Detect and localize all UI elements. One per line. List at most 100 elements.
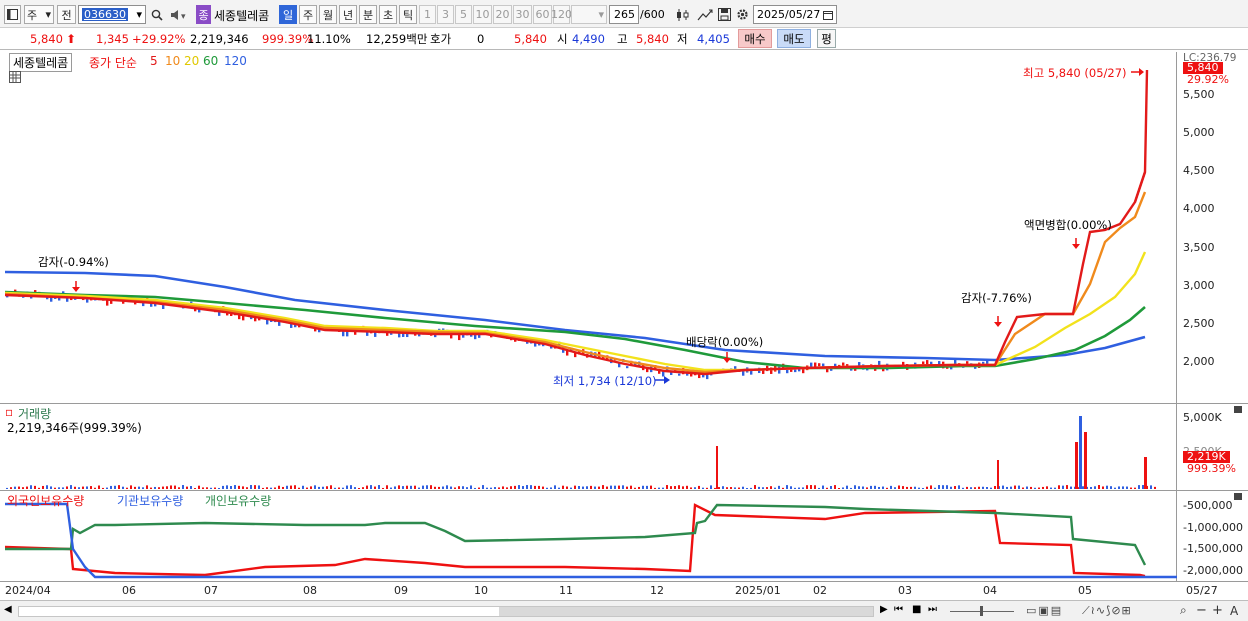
volume-bar bbox=[258, 485, 260, 489]
volume-bar bbox=[1110, 486, 1112, 489]
price-spike bbox=[1133, 69, 1149, 203]
volume-bar bbox=[134, 486, 136, 489]
count-input[interactable]: 265 bbox=[609, 5, 639, 24]
scrollbar-thumb[interactable] bbox=[499, 607, 873, 616]
volume-bar bbox=[950, 486, 952, 489]
volume-bar bbox=[598, 486, 600, 489]
calendar-icon[interactable] bbox=[823, 10, 833, 20]
legend-institution[interactable]: 기관보유수량 bbox=[117, 492, 183, 509]
high-label: 고 bbox=[617, 32, 628, 46]
legend-foreign[interactable]: 외국인보유수량 bbox=[7, 492, 84, 509]
toolbar: 주 ▾ 전 036630 ▾ ▾ 종 세종텔레콤 일 주 월 년 분 초 틱 1 3… bbox=[0, 0, 1248, 28]
fast-forward-icon[interactable]: ⏭ bbox=[928, 604, 937, 615]
ma-legend-20[interactable]: 20 bbox=[184, 54, 199, 68]
layout-icon[interactable] bbox=[4, 5, 21, 24]
market-select[interactable]: 주 ▾ bbox=[24, 5, 54, 24]
volume-bar bbox=[1102, 486, 1104, 489]
scroll-right-icon[interactable]: ▶ bbox=[880, 604, 888, 615]
interval-10[interactable]: 10 bbox=[473, 5, 492, 24]
zoom-out-icon[interactable]: − bbox=[1196, 603, 1207, 618]
interval-custom-select[interactable]: ▾ bbox=[571, 5, 607, 24]
buy-button[interactable]: 매수 bbox=[738, 29, 772, 48]
volume-bar bbox=[874, 485, 876, 489]
speaker-icon[interactable]: ▾ bbox=[167, 5, 193, 24]
period-day[interactable]: 일 bbox=[279, 5, 297, 24]
ma-legend-60[interactable]: 60 bbox=[203, 54, 218, 68]
volume-bar bbox=[98, 485, 100, 489]
volume-bar bbox=[1054, 487, 1056, 489]
grid-icon[interactable] bbox=[9, 71, 21, 83]
interval-1[interactable]: 1 bbox=[419, 5, 436, 24]
magnifier-icon[interactable]: ⌕ bbox=[1180, 603, 1187, 618]
interval-30[interactable]: 30 bbox=[513, 5, 532, 24]
stop-icon[interactable]: ■ bbox=[912, 604, 921, 615]
holdings-panel[interactable]: 외국인보유수량 기관보유수량 개인보유수량 bbox=[5, 491, 1177, 581]
ma-legend-prefix: 종가 단순 bbox=[89, 56, 137, 70]
drawing-tools-icon[interactable]: ⟋≀∿⟆⊘⊞ bbox=[1082, 604, 1132, 618]
close-panel-icon[interactable] bbox=[1234, 406, 1242, 413]
volume-bar bbox=[934, 487, 936, 489]
interval-20[interactable]: 20 bbox=[493, 5, 512, 24]
volume-bar bbox=[1066, 485, 1068, 489]
interval-120[interactable]: 120 bbox=[551, 5, 572, 24]
save-icon[interactable] bbox=[716, 5, 733, 24]
close-panel-icon[interactable] bbox=[1234, 493, 1242, 500]
interval-60[interactable]: 60 bbox=[533, 5, 552, 24]
sell-button[interactable]: 매도 bbox=[777, 29, 811, 48]
volume-bar bbox=[406, 485, 408, 489]
price-tick: 2,000 bbox=[1183, 355, 1215, 368]
prev-button[interactable]: 전 bbox=[57, 5, 76, 24]
volume-bar bbox=[426, 485, 428, 489]
volume-bar bbox=[294, 485, 296, 489]
low-annotation: 최저 1,734 (12/10) bbox=[553, 374, 657, 388]
avg-button[interactable]: 평 bbox=[817, 29, 836, 48]
capital-reduction-annotation-2: 감자(-7.76%) bbox=[961, 291, 1032, 305]
volume-panel[interactable]: ▫ 거래량 2,219,346주(999.39%) bbox=[5, 404, 1177, 490]
period-year[interactable]: 년 bbox=[339, 5, 357, 24]
stock-code-input[interactable]: 036630 ▾ bbox=[78, 5, 146, 24]
volume-bar bbox=[690, 487, 692, 489]
volume-bar bbox=[734, 487, 736, 489]
zoom-in-icon[interactable]: + bbox=[1212, 603, 1223, 618]
volume-bar bbox=[866, 487, 868, 489]
candle-icon[interactable] bbox=[673, 5, 693, 24]
period-month[interactable]: 월 bbox=[319, 5, 337, 24]
period-tick[interactable]: 틱 bbox=[399, 5, 417, 24]
zoom-slider-handle[interactable] bbox=[980, 606, 983, 616]
legend-individual[interactable]: 개인보유수량 bbox=[205, 492, 271, 509]
company-name: 세종텔레콤 bbox=[214, 9, 270, 23]
volume-bar bbox=[182, 485, 184, 489]
period-week[interactable]: 주 bbox=[299, 5, 317, 24]
gear-icon[interactable] bbox=[734, 5, 751, 24]
ma-legend-10[interactable]: 10 bbox=[165, 54, 180, 68]
draw-icon[interactable] bbox=[695, 5, 715, 24]
layout-tools-icon[interactable]: ▭▣▤ bbox=[1026, 604, 1063, 617]
volume-bar bbox=[894, 487, 896, 489]
volume-bar bbox=[138, 486, 140, 489]
date-input[interactable]: 2025/05/27 bbox=[753, 5, 837, 24]
volume-bar bbox=[1106, 485, 1108, 489]
volume-bar bbox=[358, 487, 360, 489]
period-second[interactable]: 초 bbox=[379, 5, 397, 24]
volume-bar bbox=[534, 485, 536, 489]
volume-bar bbox=[602, 485, 604, 489]
ma-legend-120[interactable]: 120 bbox=[224, 54, 247, 68]
scroll-left-icon[interactable]: ◀ bbox=[4, 604, 12, 615]
company-legend[interactable]: 세종텔레콤 bbox=[9, 53, 73, 72]
horizontal-scrollbar[interactable] bbox=[18, 606, 874, 617]
text-icon[interactable]: A bbox=[1230, 604, 1238, 618]
ma-legend-5[interactable]: 5 bbox=[150, 54, 158, 68]
volume-bar bbox=[178, 487, 180, 489]
price-panel[interactable]: 세종텔레콤 종가 단순 5 10 20 60 120 최고 5,840 (05/… bbox=[5, 52, 1177, 403]
volume-bar bbox=[86, 486, 88, 489]
interval-3[interactable]: 3 bbox=[437, 5, 454, 24]
volume-bar bbox=[1006, 486, 1008, 489]
bid-price: 5,840 bbox=[514, 32, 547, 46]
volume-bar bbox=[74, 486, 76, 489]
volume-bar bbox=[526, 485, 528, 489]
rewind-icon[interactable]: ⏮ bbox=[894, 604, 903, 615]
volume-bar bbox=[218, 487, 220, 489]
search-icon[interactable] bbox=[148, 5, 165, 24]
period-minute[interactable]: 분 bbox=[359, 5, 377, 24]
interval-5[interactable]: 5 bbox=[455, 5, 472, 24]
